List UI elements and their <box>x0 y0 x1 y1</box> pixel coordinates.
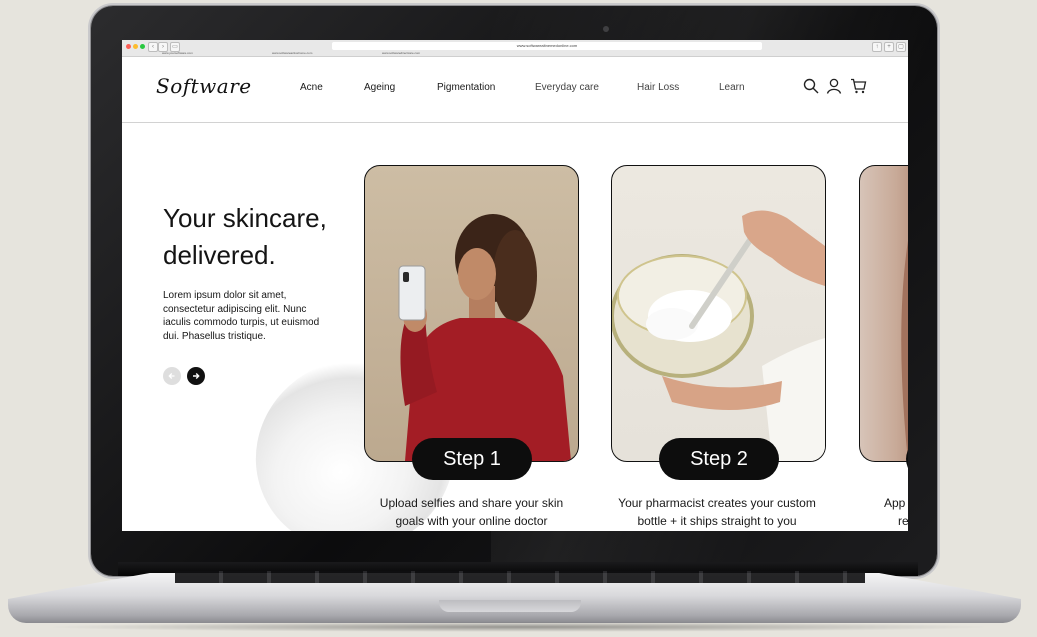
step-2-card[interactable] <box>611 165 826 462</box>
browser-chrome: ‹ › ▭ www.softwarealtnemedonline.com ↑ +… <box>122 40 908 57</box>
maximize-window-button[interactable] <box>140 44 145 49</box>
step-3-card[interactable] <box>859 165 908 462</box>
close-window-button[interactable] <box>126 44 131 49</box>
minimize-window-button[interactable] <box>133 44 138 49</box>
tab-3[interactable]: www.softwaredirectcare.com <box>382 51 420 56</box>
arrow-right-icon <box>193 373 200 379</box>
step-2-label: Step 2 <box>659 438 779 480</box>
mixing-bowl-photo <box>612 210 825 461</box>
account-icon[interactable] <box>826 78 842 94</box>
keyboard-row <box>175 571 865 583</box>
nav-acne[interactable]: Acne <box>300 82 323 93</box>
step-1-card[interactable] <box>364 165 579 462</box>
tab-1[interactable]: www.yoursoftware.com <box>162 51 193 56</box>
header-divider <box>122 122 908 123</box>
site-logo[interactable]: Software <box>156 74 252 98</box>
hero-body-text: Lorem ipsum dolor sit amet, consectetur … <box>163 290 320 342</box>
nav-everyday-care[interactable]: Everyday care <box>535 82 599 93</box>
woman-selfie-photo <box>398 214 571 461</box>
carousel-next-button[interactable] <box>187 367 205 385</box>
step-2-caption: Your pharmacist creates your custom bott… <box>618 496 816 528</box>
camera <box>603 26 609 32</box>
arrow-left-icon <box>168 373 175 379</box>
nav-pigmentation[interactable]: Pigmentation <box>437 82 495 93</box>
nav-hair-loss[interactable]: Hair Loss <box>637 82 679 93</box>
step-1-label: Step 1 <box>412 438 532 480</box>
address-bar[interactable]: www.softwarealtnemedonline.com <box>332 42 762 50</box>
tab-2[interactable]: www.softwareactivehome.com <box>272 51 312 56</box>
nav-ageing[interactable]: Ageing <box>364 82 395 93</box>
nav-learn[interactable]: Learn <box>719 82 745 93</box>
cart-icon[interactable] <box>850 78 867 94</box>
carousel-prev-button[interactable] <box>163 367 181 385</box>
trackpad-notch <box>439 600 581 612</box>
skin-closeup-photo <box>901 240 908 461</box>
step-3-caption: App re <box>884 496 908 528</box>
hero-headline: Your skincare, delivered. <box>163 203 327 270</box>
search-icon[interactable] <box>803 78 819 94</box>
step-1-caption: Upload selfies and share your skin goals… <box>379 496 564 528</box>
browser-screen: ‹ › ▭ www.softwarealtnemedonline.com ↑ +… <box>122 40 908 531</box>
tab-bar: www.yoursoftware.com www.softwareactiveh… <box>122 51 908 56</box>
